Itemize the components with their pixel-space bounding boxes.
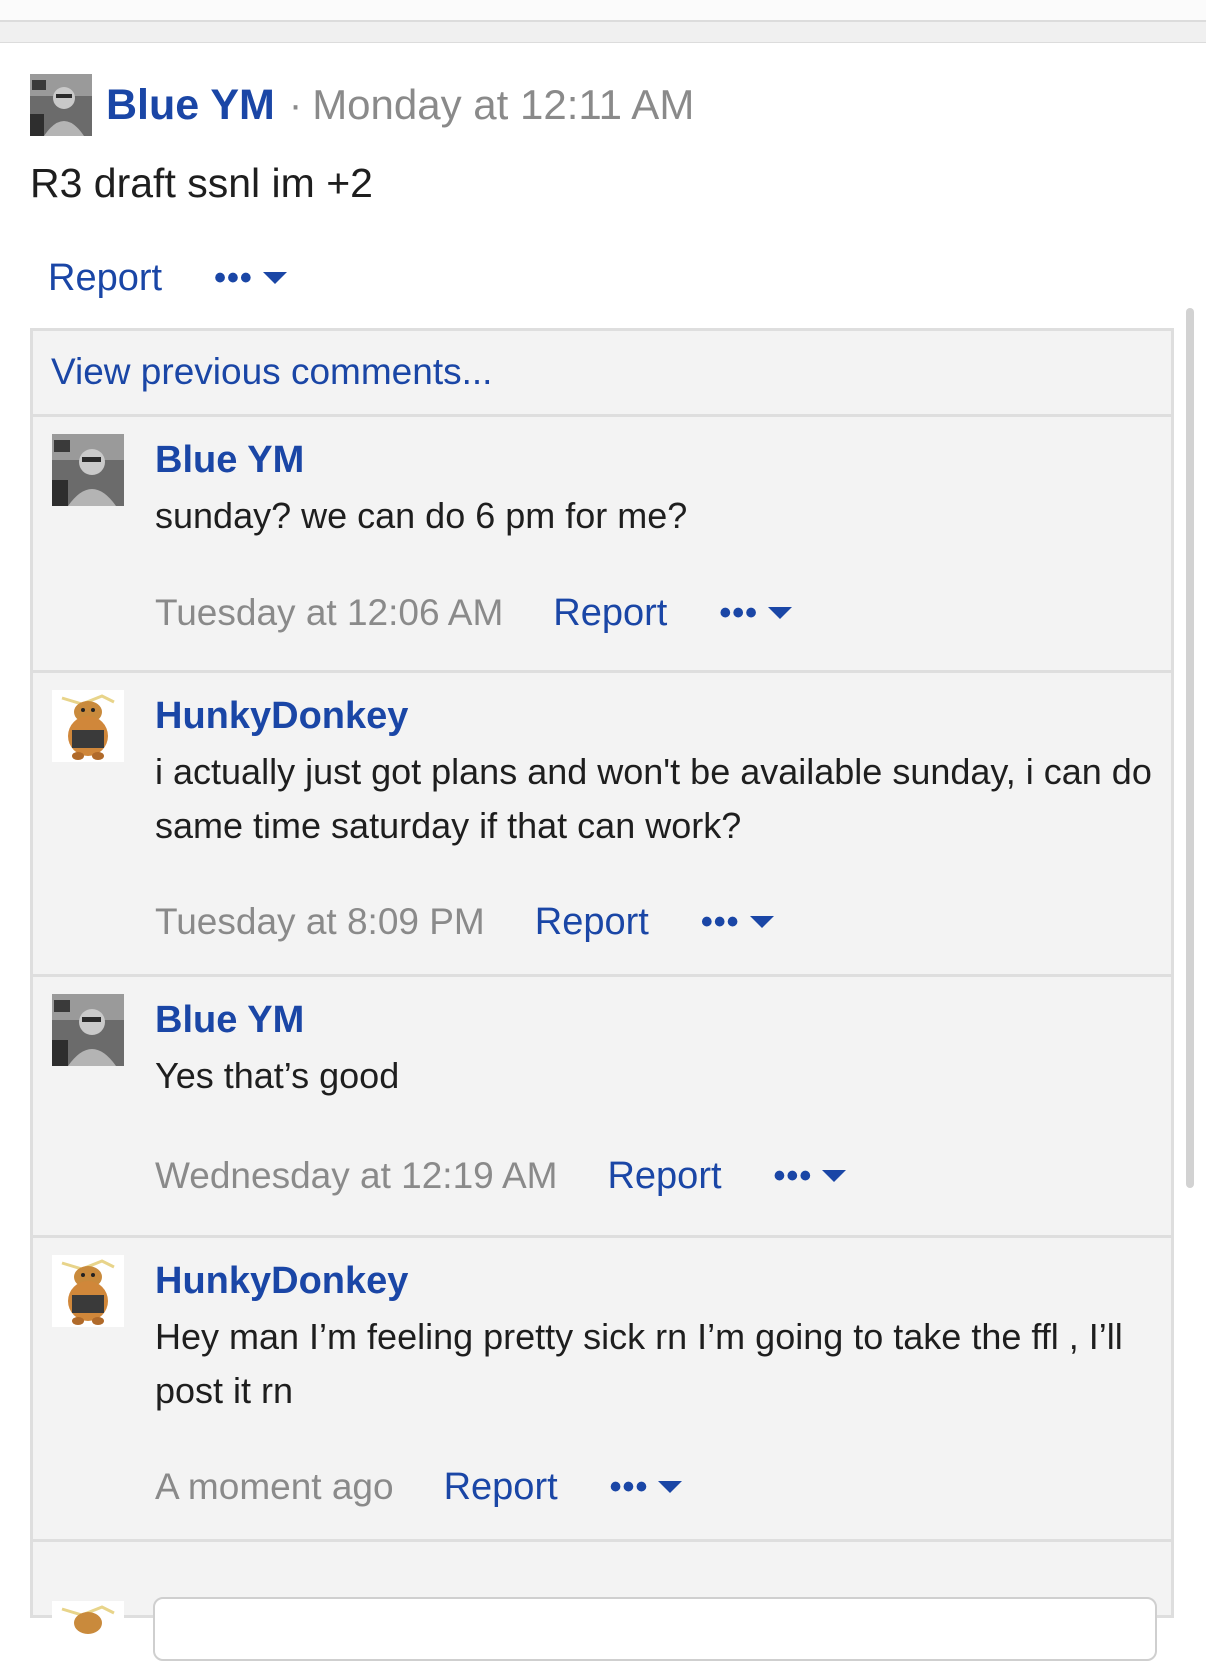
comment-avatar[interactable] [52, 690, 124, 762]
more-dots-icon: ••• [719, 594, 759, 632]
post-more-menu[interactable]: ••• [214, 261, 287, 295]
comment-text: sunday? we can do 6 pm for me? [155, 495, 688, 536]
post-body: R3 draft ssnl im +2 [30, 160, 373, 206]
comment-report-link[interactable]: Report [535, 901, 649, 944]
chevron-down-icon [262, 272, 287, 284]
divider [33, 1235, 1171, 1238]
more-dots-icon: ••• [609, 1468, 649, 1506]
chevron-down-icon [749, 916, 774, 928]
comment-author[interactable]: Blue YM [155, 999, 304, 1042]
comment-more-menu[interactable]: ••• [610, 1470, 683, 1504]
top-bar [0, 0, 1206, 22]
cartoon-avatar-icon [52, 1601, 124, 1673]
comment-meta: A moment ago Report ••• [155, 1460, 683, 1514]
reply-avatar [52, 1601, 124, 1673]
post-actions: Report ••• [48, 250, 287, 306]
photo-avatar-icon [52, 434, 124, 506]
chevron-down-icon [822, 1170, 847, 1182]
header-separator: · [288, 82, 303, 127]
comment-author[interactable]: Blue YM [155, 439, 304, 482]
comment-meta: Tuesday at 12:06 AM Report ••• [155, 586, 793, 640]
comments-section: View previous comments... Blue YM sunday… [30, 328, 1174, 1673]
divider [33, 974, 1171, 977]
post-timestamp[interactable]: Monday at 12:11 AM [312, 81, 694, 129]
comment-more-menu[interactable]: ••• [774, 1159, 847, 1193]
comment-timestamp[interactable]: A moment ago [155, 1466, 394, 1508]
comment-meta: Tuesday at 8:09 PM Report ••• [155, 895, 774, 949]
photo-avatar-icon [52, 994, 124, 1066]
divider [33, 670, 1171, 673]
comment-report-link[interactable]: Report [607, 1155, 721, 1198]
post-report-link[interactable]: Report [48, 257, 162, 300]
divider [33, 1539, 1171, 1542]
comment-more-menu[interactable]: ••• [719, 594, 793, 632]
comment-timestamp[interactable]: Tuesday at 12:06 AM [155, 592, 503, 634]
more-dots-icon: ••• [773, 1157, 813, 1195]
view-previous-comments-link[interactable]: View previous comments... [51, 351, 492, 393]
more-dots-icon: ••• [214, 259, 253, 297]
comment-text: Hey man I’m feeling pretty sick rn I’m g… [155, 1316, 1123, 1411]
photo-avatar-icon [30, 74, 92, 136]
top-band [0, 22, 1206, 43]
comment-avatar[interactable] [52, 994, 124, 1066]
comment-text: i actually just got plans and won't be a… [155, 751, 1152, 846]
comment-author[interactable]: HunkyDonkey [155, 695, 408, 738]
post-header: Blue YM · Monday at 12:11 AM [30, 74, 694, 136]
more-dots-icon: ••• [700, 903, 740, 941]
comment-report-link[interactable]: Report [444, 1466, 558, 1509]
comment-timestamp[interactable]: Wednesday at 12:19 AM [155, 1155, 557, 1197]
comment-author[interactable]: HunkyDonkey [155, 1260, 408, 1303]
comment-report-link[interactable]: Report [553, 592, 667, 635]
reply-input[interactable] [153, 1597, 1157, 1661]
comment-avatar[interactable] [52, 1255, 124, 1327]
comment-text: Yes that’s good [155, 1055, 400, 1096]
comment-more-menu[interactable]: ••• [701, 905, 774, 939]
post-author-link[interactable]: Blue YM [106, 81, 275, 130]
comment-meta: Wednesday at 12:19 AM Report ••• [155, 1149, 847, 1203]
poster-avatar[interactable] [30, 74, 92, 136]
scrollbar[interactable] [1186, 308, 1194, 1188]
cartoon-avatar-icon [52, 690, 124, 762]
chevron-down-icon [768, 607, 793, 619]
chevron-down-icon [658, 1481, 683, 1493]
comment-timestamp[interactable]: Tuesday at 8:09 PM [155, 901, 485, 943]
divider [33, 414, 1171, 417]
comment-avatar[interactable] [52, 434, 124, 506]
cartoon-avatar-icon [52, 1255, 124, 1327]
